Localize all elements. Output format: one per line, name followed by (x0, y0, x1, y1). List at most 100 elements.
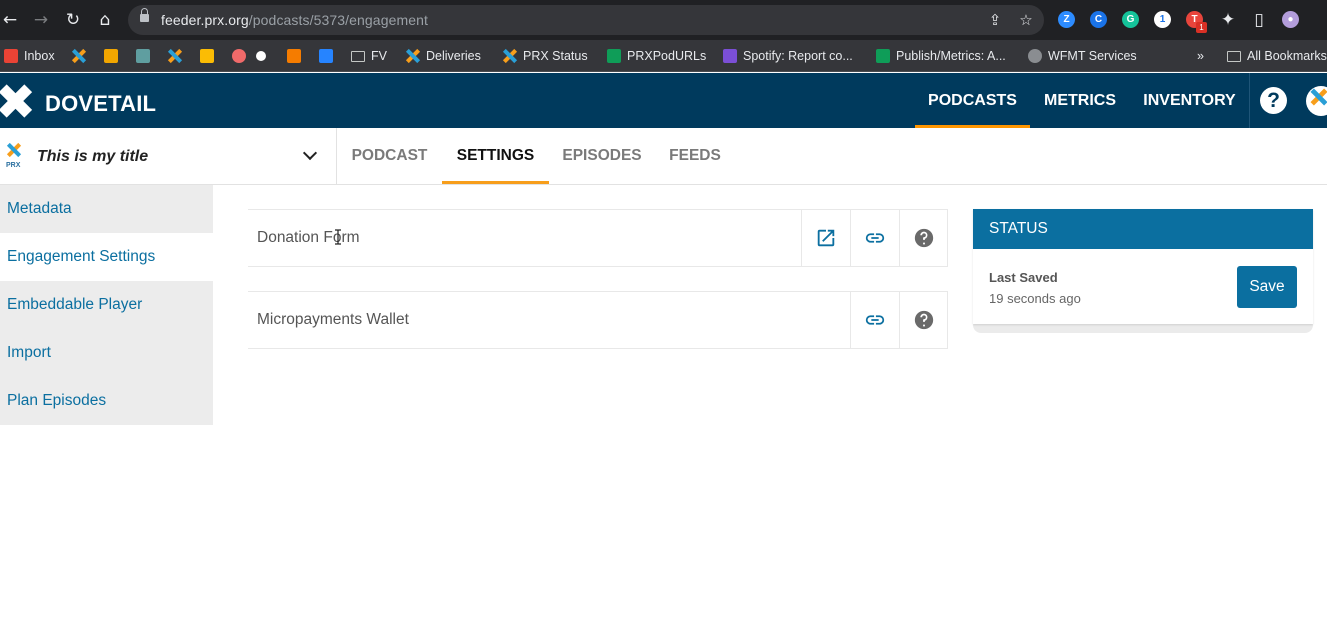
tab-episodes[interactable]: EPISODES (549, 128, 655, 184)
globe-icon (1028, 49, 1042, 63)
url-text[interactable]: feeder.prx.org/podcasts/5373/engagement (161, 12, 428, 28)
side-panel-icon[interactable]: ▯ (1249, 10, 1269, 30)
bookmark-star-icon[interactable]: ☆ (1017, 11, 1035, 29)
bookmark-jira[interactable] (319, 48, 339, 64)
dovetail-logo-icon[interactable] (0, 85, 32, 117)
tab-settings[interactable]: SETTINGS (442, 128, 549, 184)
prx-icon (503, 49, 517, 63)
grammarly-icon[interactable]: G (1122, 11, 1139, 28)
status-panel: STATUS Last Saved 19 seconds ago Save (973, 209, 1313, 324)
micropayments-wallet-row: Micropayments Wallet (248, 291, 948, 349)
link-icon (865, 315, 885, 325)
podcast-bar: PRX This is my title PODCAST SETTINGS EP… (0, 128, 1327, 185)
bookmark-inbox[interactable]: Inbox (4, 48, 55, 64)
last-saved-label: Last Saved (989, 270, 1058, 285)
app-header: DOVETAIL PODCASTS METRICS INVENTORY ? (0, 73, 1327, 128)
podcast-logo: PRX (6, 143, 22, 169)
bookmark-site[interactable] (136, 48, 156, 64)
zoom-extension-icon[interactable]: Z (1058, 11, 1075, 28)
sheets-icon (876, 49, 890, 63)
bookmark-dot[interactable] (256, 48, 272, 64)
share-icon[interactable]: ⇪ (986, 11, 1004, 29)
help-circle-icon (914, 310, 934, 330)
sidebar-item-metadata[interactable]: Metadata (0, 185, 213, 233)
nav-metrics[interactable]: METRICS (1030, 73, 1130, 128)
box-icon (287, 49, 301, 63)
extension-badge: 1 (1196, 22, 1207, 33)
app-brand[interactable]: DOVETAIL (45, 91, 156, 117)
forward-arrow-icon[interactable]: → (31, 10, 51, 30)
donation-form-row: Donation Form (248, 209, 948, 267)
sidebar-item-plan-episodes[interactable]: Plan Episodes (0, 377, 213, 425)
donation-form-label: Donation Form (257, 229, 360, 246)
prx-icon (7, 143, 21, 157)
all-bookmarks-button[interactable]: All Bookmarks (1227, 48, 1327, 64)
prx-icon (406, 49, 420, 63)
bookmark-publish-metrics[interactable]: Publish/Metrics: A... (876, 48, 1006, 64)
nav-inventory[interactable]: INVENTORY (1130, 73, 1249, 128)
open-external-icon (817, 229, 835, 247)
header-divider (1249, 73, 1250, 128)
text-cursor-icon (335, 229, 341, 245)
back-arrow-icon[interactable]: ← (0, 10, 20, 30)
puzzle-extensions-icon[interactable]: ✦ (1218, 10, 1238, 30)
bookmark-keep[interactable] (200, 48, 220, 64)
help-button[interactable] (899, 210, 948, 266)
home-icon[interactable]: ⌂ (95, 10, 115, 30)
last-saved-value: 19 seconds ago (989, 291, 1081, 306)
bookmark-prx-2[interactable] (168, 48, 188, 64)
bookmark-chart[interactable] (104, 48, 124, 64)
jira-icon (319, 49, 333, 63)
folder-icon (351, 50, 365, 62)
user-avatar[interactable] (1306, 86, 1327, 116)
bookmark-asana[interactable] (232, 48, 252, 64)
bookmark-prx-status[interactable]: PRX Status (503, 48, 588, 64)
prx-icon (72, 49, 86, 63)
prx-icon (1311, 89, 1327, 106)
bookmark-wfmt-services[interactable]: WFMT Services (1028, 48, 1137, 64)
help-icon[interactable]: ? (1260, 87, 1287, 114)
site-icon (136, 49, 150, 63)
chevron-down-icon[interactable] (302, 145, 318, 161)
prx-icon (168, 49, 182, 63)
sidebar-item-embeddable-player[interactable]: Embeddable Player (0, 281, 213, 329)
link-icon (865, 233, 885, 243)
status-heading: STATUS (973, 209, 1313, 249)
address-bar[interactable]: feeder.prx.org/podcasts/5373/engagement … (128, 5, 1044, 35)
save-button[interactable]: Save (1237, 266, 1297, 308)
forms-icon (723, 49, 737, 63)
bookmark-folder-fv[interactable]: FV (351, 48, 387, 64)
extension-icon[interactable]: C (1090, 11, 1107, 28)
reload-icon[interactable]: ↻ (63, 10, 83, 30)
bookmarks-bar: Inbox FV Deliveries PRX Status PRXPodURL… (0, 40, 1327, 72)
sidebar-item-engagement-settings[interactable]: Engagement Settings (0, 233, 213, 281)
circle-icon (256, 51, 266, 61)
folder-icon (1227, 50, 1241, 62)
keep-icon (200, 49, 214, 63)
password-manager-icon[interactable]: 1 (1154, 11, 1171, 28)
podcast-title: This is my title (37, 148, 149, 165)
asana-icon (232, 49, 246, 63)
bookmark-deliveries[interactable]: Deliveries (406, 48, 481, 64)
bookmark-box[interactable] (287, 48, 307, 64)
help-button[interactable] (899, 292, 948, 348)
tab-feeds[interactable]: FEEDS (655, 128, 735, 184)
status-card: STATUS Last Saved 19 seconds ago Save (973, 209, 1313, 333)
bookmark-spotify-report[interactable]: Spotify: Report co... (723, 48, 853, 64)
tab-podcast[interactable]: PODCAST (337, 128, 442, 184)
profile-avatar[interactable]: ● (1282, 11, 1299, 28)
sheets-icon (607, 49, 621, 63)
chart-icon (104, 49, 118, 63)
sidebar-item-import[interactable]: Import (0, 329, 213, 377)
link-button[interactable] (850, 292, 899, 348)
browser-toolbar: ← → ↻ ⌂ feeder.prx.org/podcasts/5373/eng… (0, 0, 1327, 40)
micropayments-wallet-label: Micropayments Wallet (257, 311, 409, 328)
link-button[interactable] (850, 210, 899, 266)
bookmark-prx[interactable] (72, 48, 92, 64)
nav-podcasts[interactable]: PODCASTS (915, 73, 1030, 128)
bookmark-prxpodurls[interactable]: PRXPodURLs (607, 48, 706, 64)
lock-icon (140, 8, 149, 22)
open-external-button[interactable] (801, 210, 850, 266)
more-bookmarks-button[interactable]: » (1197, 48, 1204, 64)
podcast-selector[interactable]: PRX This is my title (0, 128, 337, 184)
